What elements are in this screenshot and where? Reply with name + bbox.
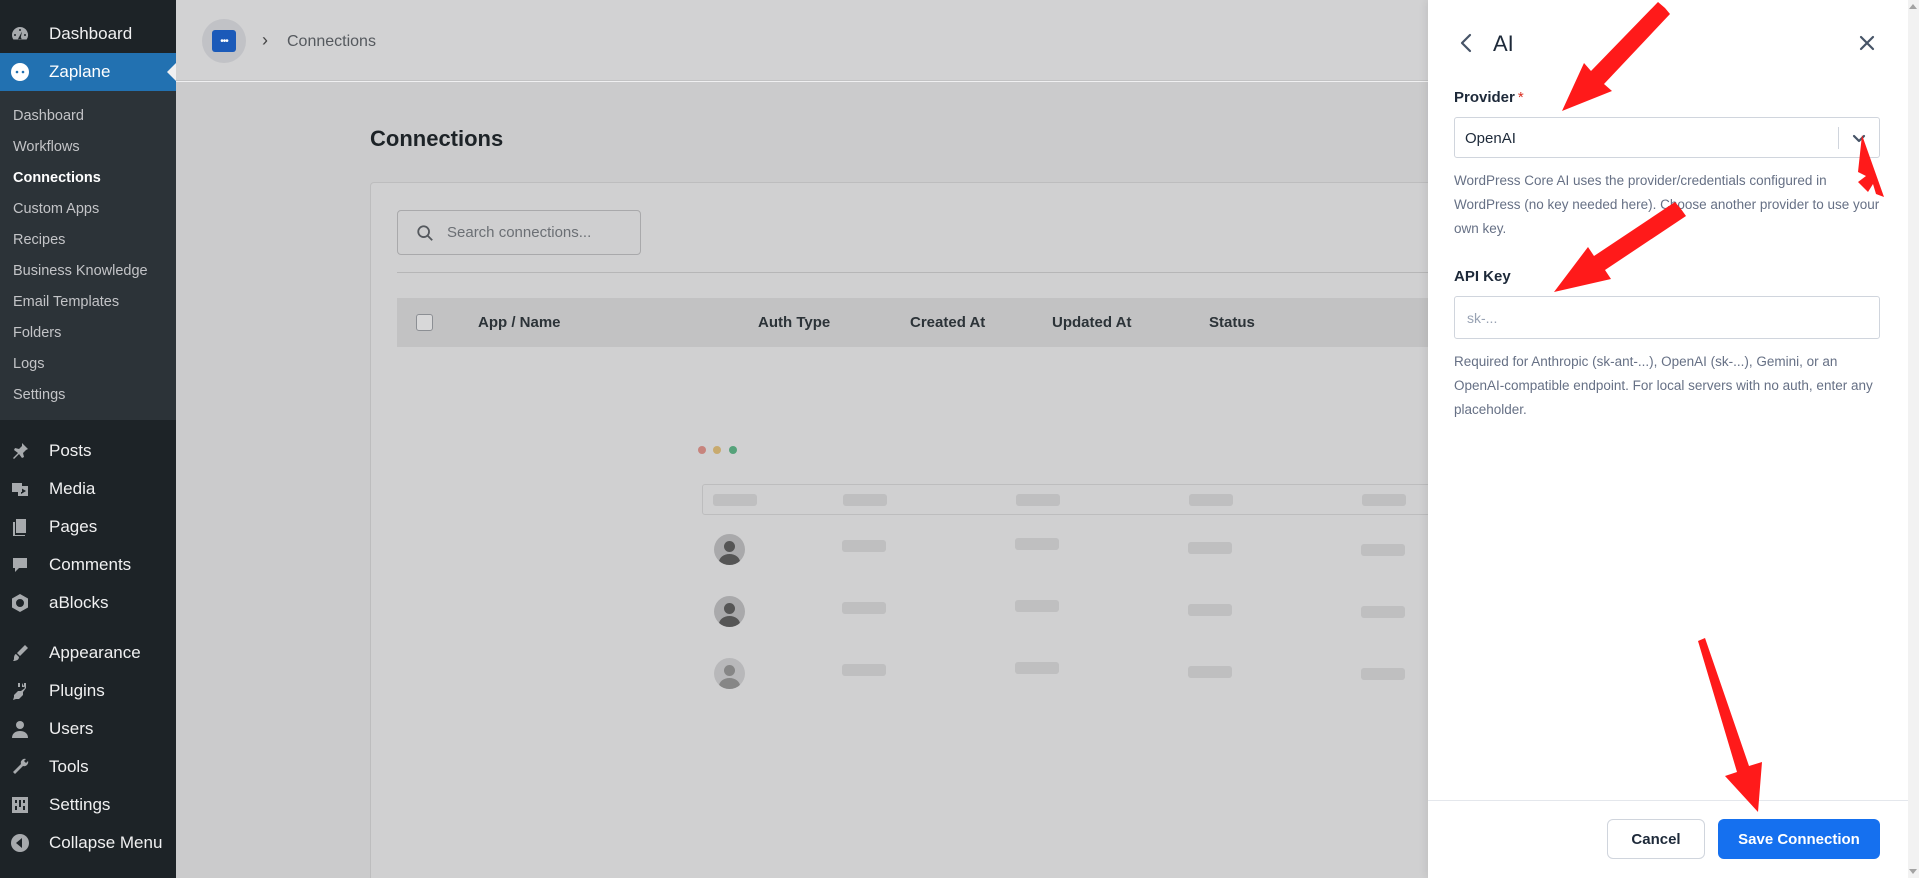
menu-item-label: Posts [49, 441, 92, 460]
connection-drawer: AI Provider * OpenAI WordPress Core AI us… [1428, 0, 1919, 878]
menu-item-label: Plugins [49, 681, 105, 700]
submenu-item-workflows[interactable]: Workflows [0, 131, 176, 162]
page-topbar: ••• › Connections [176, 0, 1428, 81]
zaplane-icon [10, 62, 30, 82]
menu-item-label: Zaplane [49, 62, 111, 81]
collapse-icon [10, 833, 30, 853]
column-app-name[interactable]: App / Name [478, 314, 561, 331]
column-auth-type[interactable]: Auth Type [758, 314, 830, 331]
scroll-down-arrow-icon[interactable] [1909, 869, 1917, 874]
scroll-up-arrow-icon[interactable] [1909, 4, 1917, 9]
wrench-icon [10, 757, 30, 777]
api-key-label: API Key [1454, 268, 1511, 285]
menu-item-comments[interactable]: Comments [0, 546, 176, 584]
menu-item-label: Media [49, 479, 96, 498]
close-icon [1859, 35, 1875, 51]
menu-item-label: Comments [49, 555, 132, 574]
dashboard-icon [10, 24, 30, 44]
submenu-item-settings[interactable]: Settings [0, 379, 176, 410]
select-all-checkbox[interactable] [416, 314, 433, 331]
menu-item-appearance[interactable]: Appearance [0, 634, 176, 672]
zaplane-logo-icon: ••• [212, 30, 236, 52]
menu-item-ablocks[interactable]: aBlocks [0, 584, 176, 622]
search-icon [417, 224, 433, 241]
table-header: App / Name Auth Type Created At Updated … [397, 298, 1467, 347]
menu-item-label: Dashboard [49, 24, 133, 43]
brush-icon [10, 643, 30, 663]
comment-icon [10, 555, 30, 575]
menu-item-settings[interactable]: Settings [0, 786, 176, 824]
menu-item-dashboard[interactable]: Dashboard [0, 15, 176, 53]
provider-selected-value: OpenAI [1465, 130, 1516, 147]
page-title: Connections [370, 126, 504, 151]
menu-item-plugins[interactable]: Plugins [0, 672, 176, 710]
avatar [714, 596, 745, 627]
submenu-item-business-knowledge[interactable]: Business Knowledge [0, 255, 176, 286]
column-status[interactable]: Status [1209, 314, 1255, 331]
menu-item-tools[interactable]: Tools [0, 748, 176, 786]
provider-select[interactable]: OpenAI [1454, 117, 1880, 158]
cancel-button[interactable]: Cancel [1607, 819, 1705, 859]
menu-item-label: Settings [49, 795, 111, 814]
menu-item-label: Tools [49, 757, 89, 776]
ablocks-icon [10, 593, 30, 613]
submenu-item-email-templates[interactable]: Email Templates [0, 286, 176, 317]
back-button[interactable] [1455, 30, 1477, 56]
avatar [714, 658, 745, 689]
submenu-item-folders[interactable]: Folders [0, 317, 176, 348]
menu-item-label: Appearance [49, 643, 141, 662]
submenu-item-recipes[interactable]: Recipes [0, 224, 176, 255]
plug-icon [10, 681, 30, 701]
column-updated-at[interactable]: Updated At [1052, 314, 1131, 331]
submenu-item-connections[interactable]: Connections [0, 162, 176, 193]
pages-icon [10, 517, 30, 537]
settings-icon [10, 795, 30, 815]
collapse-menu-button[interactable]: Collapse Menu [0, 824, 176, 862]
chevron-left-icon [1460, 33, 1472, 53]
menu-item-posts[interactable]: Posts [0, 432, 176, 470]
avatar [714, 534, 745, 565]
api-key-help-text: Required for Anthropic (sk-ant-...), Ope… [1454, 354, 1873, 417]
breadcrumb: Connections [287, 33, 376, 50]
search-placeholder: Search connections... [447, 224, 592, 241]
scrollbar[interactable] [1908, 0, 1919, 878]
submenu-item-custom-apps[interactable]: Custom Apps [0, 193, 176, 224]
provider-help-text: WordPress Core AI uses the provider/cred… [1454, 173, 1880, 236]
menu-item-media[interactable]: Media [0, 470, 176, 508]
column-created-at[interactable]: Created At [910, 314, 985, 331]
menu-item-label: Users [49, 719, 94, 738]
submenu-item-logs[interactable]: Logs [0, 348, 176, 379]
menu-item-label: Collapse Menu [49, 833, 163, 852]
provider-label: Provider * [1454, 89, 1524, 106]
chevron-down-icon[interactable] [1851, 130, 1867, 146]
user-icon [10, 719, 30, 739]
admin-sidebar: Dashboard Zaplane Dashboard Workflows Co… [0, 0, 176, 878]
close-button[interactable] [1856, 32, 1878, 54]
app-logo[interactable]: ••• [202, 19, 246, 63]
save-connection-button[interactable]: Save Connection [1718, 819, 1880, 859]
search-input[interactable]: Search connections... [397, 210, 641, 255]
menu-item-zaplane[interactable]: Zaplane [0, 53, 176, 91]
submenu-item-dashboard[interactable]: Dashboard [0, 100, 176, 131]
drawer-title: AI [1493, 31, 1514, 56]
menu-item-pages[interactable]: Pages [0, 508, 176, 546]
menu-item-label: aBlocks [49, 593, 109, 612]
main-content: Connections Search connections... App / … [176, 82, 1604, 878]
menu-item-label: Pages [49, 517, 98, 536]
menu-item-users[interactable]: Users [0, 710, 176, 748]
zaplane-submenu: Dashboard Workflows Connections Custom A… [0, 91, 176, 420]
api-key-input[interactable] [1454, 296, 1880, 339]
media-icon [10, 479, 30, 499]
required-mark: * [1517, 89, 1524, 106]
chevron-right-icon: › [262, 30, 268, 50]
pin-icon [10, 441, 30, 461]
